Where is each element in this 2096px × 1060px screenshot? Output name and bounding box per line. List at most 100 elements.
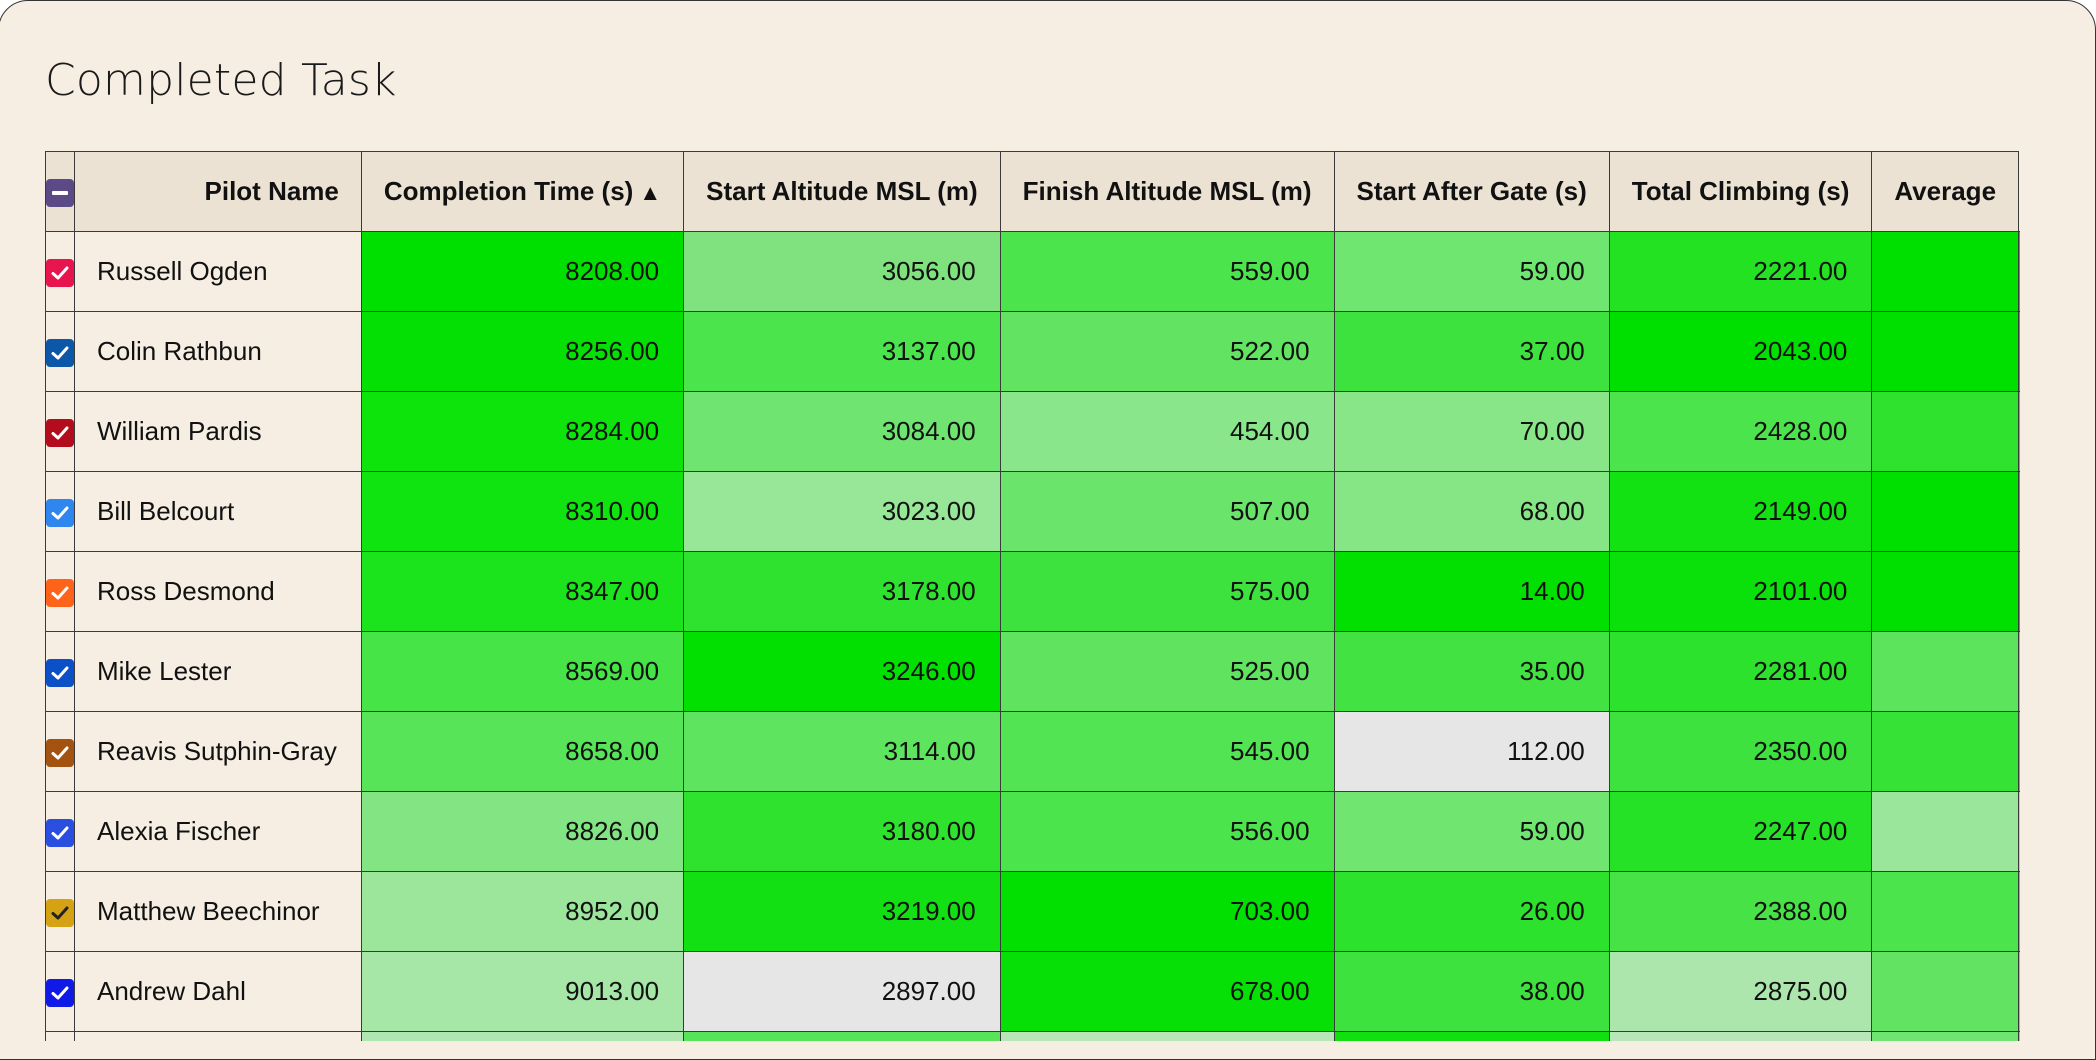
- metric-cell: 59.00: [1333, 231, 1610, 312]
- metric-cell: 68.00: [1333, 471, 1610, 552]
- column-header-label: Pilot Name: [204, 176, 339, 206]
- checkmark-icon: [51, 266, 69, 280]
- table-body: Russell Ogden 8208.00 3056.00 559.00 59.00 22…: [45, 231, 2020, 1041]
- row-checkbox[interactable]: [46, 339, 74, 368]
- metric-cell: 14.00: [1333, 551, 1610, 632]
- table-row[interactable]: Bill Belcourt 8310.00 3023.00 507.00 68.00 21…: [45, 471, 2020, 552]
- row-checkbox[interactable]: [46, 419, 74, 448]
- results-table-viewport[interactable]: Pilot Name Completion Time (s) ▲ Start Al…: [45, 151, 2020, 1041]
- metric-cell: 3114.00: [683, 711, 1001, 792]
- metric-cell: 575.00: [999, 551, 1335, 632]
- row-checkbox[interactable]: [46, 739, 74, 768]
- metric-cell: 2428.00: [1608, 391, 1873, 472]
- row-checkbox[interactable]: [46, 499, 74, 528]
- metric-cell: 38.00: [1333, 951, 1610, 1032]
- metric-cell: [1871, 791, 2020, 872]
- metric-cell: [1871, 231, 2020, 312]
- metric-cell: [1871, 871, 2020, 952]
- select-all-checkbox[interactable]: [46, 179, 74, 208]
- table-row[interactable]: William Pardis 8284.00 3084.00 454.00 70.00 2…: [45, 391, 2020, 472]
- metric-cell: 2897.00: [683, 951, 1001, 1032]
- row-checkbox[interactable]: [46, 899, 74, 928]
- metric-cell: 3219.00: [683, 871, 1001, 952]
- metric-cell: 2875.00: [1608, 951, 1873, 1032]
- metric-cell: 35.00: [1333, 631, 1610, 712]
- metric-cell: [1871, 311, 2020, 392]
- row-checkbox[interactable]: [46, 979, 74, 1008]
- table-row[interactable]: Reavis Sutphin-Gray 8658.00 3114.00 545.00 1…: [45, 711, 2020, 792]
- metric-cell: 2101.00: [1608, 551, 1873, 632]
- metric-cell: 37.00: [1333, 311, 1610, 392]
- row-select-cell: [45, 391, 75, 472]
- row-select-cell: [45, 791, 75, 872]
- metric-cell: 2043.00: [1608, 311, 1873, 392]
- table-row[interactable]: Mike Lester 8569.00 3246.00 525.00 35.00 2281…: [45, 631, 2020, 712]
- row-checkbox[interactable]: [46, 659, 74, 688]
- column-header-label: Start After Gate (s): [1356, 176, 1587, 206]
- metric-cell: 8826.00: [360, 791, 685, 872]
- results-table: Pilot Name Completion Time (s) ▲ Start Al…: [45, 151, 2020, 1041]
- row-select-cell: [45, 631, 75, 712]
- column-header-finish-altitude[interactable]: Finish Altitude MSL (m): [999, 151, 1335, 232]
- metric-cell: [1871, 951, 2020, 1032]
- table-row[interactable]: Andrew Dahl 9013.00 2897.00 678.00 38.00 2875…: [45, 951, 2020, 1032]
- row-select-cell: [45, 311, 75, 392]
- metric-cell: 522.00: [999, 311, 1335, 392]
- table-row[interactable]: Alexia Fischer 8826.00 3180.00 556.00 59.00 2…: [45, 791, 2020, 872]
- column-header-total-climbing[interactable]: Total Climbing (s): [1608, 151, 1873, 232]
- column-header-label: Completion Time (s): [383, 176, 634, 206]
- column-header-start-after-gate[interactable]: Start After Gate (s): [1333, 151, 1610, 232]
- pilot-name-cell: Russell Ogden: [74, 231, 362, 312]
- table-row[interactable]: Matthew Beechinor 8952.00 3219.00 703.00 26.…: [45, 871, 2020, 952]
- table-row[interactable]: Colin Rathbun 8256.00 3137.00 522.00 37.00 20…: [45, 311, 2020, 392]
- column-header-average[interactable]: Average: [1871, 151, 2020, 232]
- row-select-cell: [45, 471, 75, 552]
- table-header-row: Pilot Name Completion Time (s) ▲ Start Al…: [45, 151, 2021, 232]
- table-row[interactable]: Russell Ogden 8208.00 3056.00 559.00 59.00 22…: [45, 231, 2020, 312]
- metric-cell: 3137.00: [683, 311, 1001, 392]
- row-select-cell: [45, 711, 75, 792]
- column-header-completion-time[interactable]: Completion Time (s) ▲: [360, 151, 685, 232]
- metric-cell: 8284.00: [360, 391, 685, 472]
- metric-cell: [1871, 471, 2020, 552]
- checkmark-icon: [51, 586, 69, 600]
- metric-cell: 703.00: [999, 871, 1335, 952]
- metric-cell: [1871, 711, 2020, 792]
- column-header-start-altitude[interactable]: Start Altitude MSL (m): [683, 151, 1001, 232]
- table-row[interactable]: Ross Desmond 8347.00 3178.00 575.00 14.00 210…: [45, 551, 2020, 632]
- metric-cell: 8658.00: [360, 711, 685, 792]
- pilot-name-cell: Bill Belcourt: [74, 471, 362, 552]
- metric-cell: 507.00: [999, 471, 1335, 552]
- pilot-name-cell: Matthew Beechinor: [74, 871, 362, 952]
- metric-cell: [1871, 551, 2020, 632]
- checkmark-icon: [51, 346, 69, 360]
- column-header-pilot-name[interactable]: Pilot Name: [74, 151, 362, 232]
- row-select-cell: [45, 951, 75, 1032]
- completed-task-card: Completed Task Pilot Name Completion Tim…: [0, 0, 2096, 1060]
- metric-cell: 9013.00: [360, 951, 685, 1032]
- overflow-cell: [2018, 951, 2020, 1032]
- metric-cell: 8347.00: [360, 551, 685, 632]
- row-select-cell: [45, 551, 75, 632]
- page-title: Completed Task: [45, 55, 397, 106]
- row-checkbox[interactable]: [46, 579, 74, 608]
- checkmark-icon: [51, 666, 69, 680]
- metric-cell: 454.00: [999, 391, 1335, 472]
- row-checkbox[interactable]: [46, 819, 74, 848]
- metric-cell: 8310.00: [360, 471, 685, 552]
- overflow-cell: [2018, 311, 2020, 392]
- metric-cell: 2149.00: [1608, 471, 1873, 552]
- pilot-name-cell: Mike Lester: [74, 631, 362, 712]
- metric-cell: 678.00: [999, 951, 1335, 1032]
- checkmark-icon: [51, 746, 69, 760]
- checkmark-icon: [51, 426, 69, 440]
- metric-cell: 559.00: [999, 231, 1335, 312]
- overflow-cell: [2018, 391, 2020, 472]
- row-checkbox[interactable]: [46, 259, 74, 288]
- metric-cell: 2221.00: [1608, 231, 1873, 312]
- metric-cell: 8569.00: [360, 631, 685, 712]
- select-all-header: [45, 151, 75, 232]
- metric-cell: 3084.00: [683, 391, 1001, 472]
- metric-cell: 59.00: [1333, 791, 1610, 872]
- overflow-cell: [2018, 471, 2020, 552]
